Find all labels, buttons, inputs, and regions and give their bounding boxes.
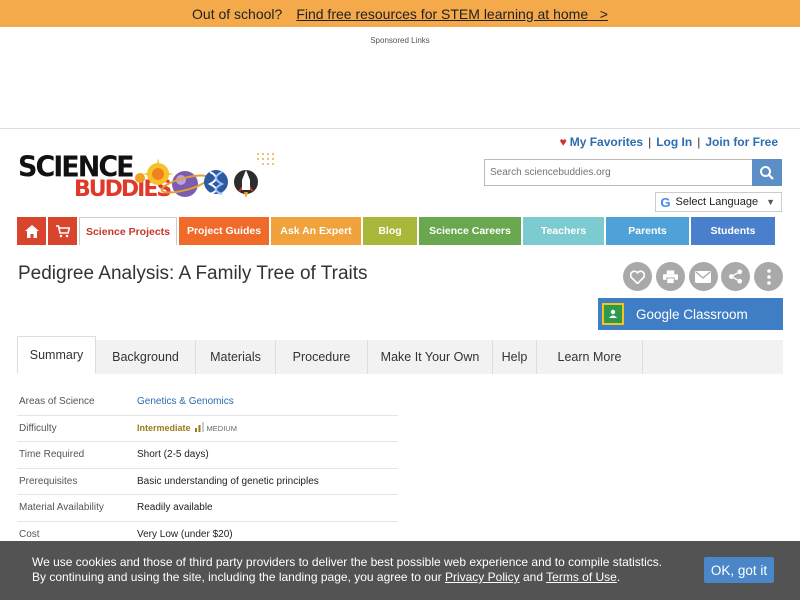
nav-parents[interactable]: Parents <box>606 217 689 245</box>
heart-icon <box>630 269 645 284</box>
logo-graphic-icon <box>135 153 274 198</box>
heart-icon: ♥ <box>559 135 567 149</box>
login-link[interactable]: Log In <box>656 135 692 149</box>
search-input[interactable] <box>484 159 752 186</box>
main-nav: Science Projects Project Guides Ask An E… <box>17 217 782 245</box>
nav-ask-an-expert[interactable]: Ask An Expert <box>271 217 361 245</box>
terms-of-use-link[interactable]: Terms of Use <box>546 570 617 584</box>
row-label: Prerequisites <box>19 475 78 487</box>
nav-project-guides[interactable]: Project Guides <box>179 217 269 245</box>
more-button[interactable] <box>754 262 784 291</box>
table-row: Time Required Short (2-5 days) <box>17 442 398 469</box>
home-icon <box>24 224 39 238</box>
cookie-text-line2: By continuing and using the site, includ… <box>32 570 621 584</box>
print-button[interactable] <box>655 262 685 291</box>
search-icon <box>760 165 774 180</box>
email-button[interactable] <box>688 262 718 291</box>
divider <box>0 128 800 129</box>
difficulty-label: Intermediate <box>137 423 191 434</box>
language-select[interactable]: G Select Language ▼ <box>655 192 782 212</box>
tab-bar-filler <box>643 340 783 374</box>
banner-link[interactable]: Find free resources for STEM learning at… <box>296 6 608 22</box>
tab-procedure[interactable]: Procedure <box>276 340 368 374</box>
print-icon <box>662 269 678 284</box>
row-label: Material Availability <box>19 502 104 514</box>
email-icon <box>695 270 712 283</box>
row-value: Basic understanding of genetic principle… <box>137 475 319 487</box>
nav-science-careers[interactable]: Science Careers <box>419 217 521 245</box>
summary-table: Areas of Science Genetics & Genomics Dif… <box>17 389 398 548</box>
row-label: Time Required <box>19 449 85 461</box>
nav-cart[interactable] <box>48 217 77 245</box>
search-button[interactable] <box>752 159 782 186</box>
row-value: Very Low (under $20) <box>137 529 233 541</box>
join-link[interactable]: Join for Free <box>705 135 778 149</box>
table-row: Difficulty Intermediate MEDIUM <box>17 416 398 442</box>
separator: | <box>648 135 652 149</box>
google-classroom-label: Google Classroom <box>636 306 748 322</box>
page-title: Pedigree Analysis: A Family Tree of Trai… <box>18 263 368 284</box>
difficulty-bars-icon <box>194 422 204 433</box>
table-row: Prerequisites Basic understanding of gen… <box>17 469 398 495</box>
tab-materials[interactable]: Materials <box>196 340 276 374</box>
nav-blog[interactable]: Blog <box>363 217 417 245</box>
share-icon <box>729 269 743 284</box>
nav-home[interactable] <box>17 217 46 245</box>
nav-science-projects[interactable]: Science Projects <box>79 217 177 245</box>
row-value: Readily available <box>137 502 213 514</box>
tab-make-it-your-own[interactable]: Make It Your Own <box>368 340 493 374</box>
more-icon <box>766 268 771 285</box>
google-classroom-button[interactable]: Google Classroom <box>598 298 783 330</box>
site-search <box>484 159 782 186</box>
cookie-ok-button[interactable]: OK, got it <box>704 557 774 583</box>
tab-learn-more[interactable]: Learn More <box>537 340 643 374</box>
nav-students[interactable]: Students <box>691 217 775 245</box>
privacy-policy-link[interactable]: Privacy Policy <box>445 570 520 584</box>
row-label: Cost <box>19 529 40 541</box>
table-row: Material Availability Readily available <box>17 495 398 522</box>
row-label: Difficulty <box>19 422 57 434</box>
difficulty-level: MEDIUM <box>206 424 237 434</box>
row-value: Short (2-5 days) <box>137 449 209 461</box>
cookie-banner: We use cookies and those of third party … <box>0 541 800 600</box>
google-classroom-icon <box>602 303 624 325</box>
tab-background[interactable]: Background <box>96 340 196 374</box>
chevron-down-icon: ▼ <box>766 197 775 207</box>
sponsored-label: Sponsored Links <box>370 36 430 45</box>
language-label: Select Language <box>675 196 759 208</box>
cookie-text-line1: We use cookies and those of third party … <box>32 555 663 569</box>
banner-question: Out of school? <box>192 5 283 22</box>
nav-teachers[interactable]: Teachers <box>523 217 604 245</box>
difficulty-value: Intermediate MEDIUM <box>137 422 237 434</box>
user-links: ♥ My Favorites | Log In | Join for Free <box>560 135 778 149</box>
tab-help[interactable]: Help <box>493 340 537 374</box>
project-tabs: Summary Background Materials Procedure M… <box>17 336 783 374</box>
top-banner: Out of school? Find free resources for S… <box>0 0 800 27</box>
google-g-icon: G <box>660 194 671 210</box>
my-favorites-link[interactable]: My Favorites <box>570 135 643 149</box>
share-toolbar <box>623 262 787 291</box>
share-button[interactable] <box>721 262 751 291</box>
favorite-button[interactable] <box>623 262 652 291</box>
table-row: Areas of Science Genetics & Genomics <box>17 389 398 416</box>
tab-summary[interactable]: Summary <box>17 336 96 374</box>
cart-icon <box>55 224 70 237</box>
row-label: Areas of Science <box>19 396 95 408</box>
area-of-science-link[interactable]: Genetics & Genomics <box>137 396 234 407</box>
separator: | <box>697 135 701 149</box>
science-buddies-logo[interactable]: SCIENCE BUDDIES <box>18 150 278 206</box>
